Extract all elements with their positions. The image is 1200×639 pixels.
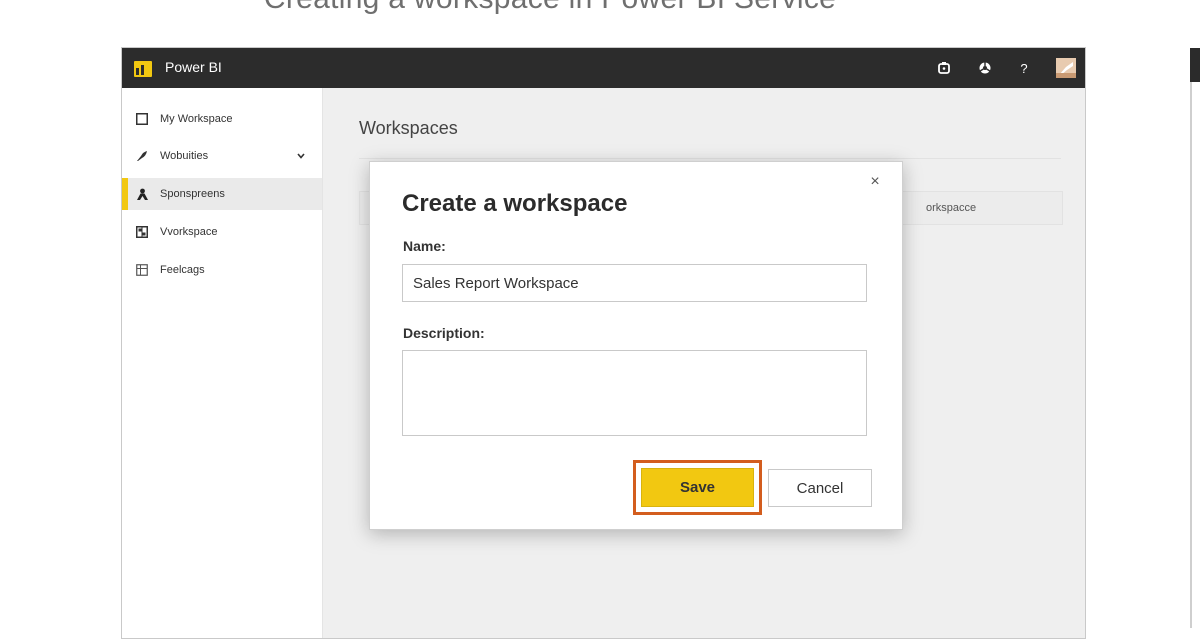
workspaces-heading: Workspaces <box>359 118 458 138</box>
sidebar-item-sponspreens[interactable]: Sponspreens <box>122 178 322 210</box>
user-avatar[interactable] <box>1056 58 1076 78</box>
save-button[interactable]: Save <box>641 468 754 507</box>
sidebar: My Workspace Wobuities Sponspreens Vvork… <box>122 88 323 638</box>
help-icon[interactable]: ? <box>1014 58 1034 78</box>
save-button-highlight: Save <box>633 460 762 515</box>
adjacent-window-edge <box>1190 48 1200 82</box>
chevron-down-icon[interactable] <box>296 151 306 161</box>
power-bi-logo-icon[interactable] <box>134 59 152 77</box>
sidebar-item-label: Wobuities <box>160 150 209 162</box>
settings-icon[interactable] <box>975 58 995 78</box>
square-icon <box>135 112 149 126</box>
app-title[interactable]: Power BI <box>165 59 222 75</box>
sidebar-item-vvorkspace[interactable]: Vvorkspace <box>122 216 322 248</box>
person-icon <box>135 187 149 201</box>
leaf-icon <box>135 149 149 163</box>
sidebar-item-my-workspace[interactable]: My Workspace <box>122 103 322 135</box>
sidebar-item-wobuities[interactable]: Wobuities <box>122 140 322 172</box>
dialog-title: Create a workspace <box>402 190 628 217</box>
cancel-button[interactable]: Cancel <box>768 469 872 507</box>
page-heading: Creating a workspace in Power BI Service <box>0 0 1100 16</box>
top-bar: Power BI ? <box>122 48 1085 88</box>
table-icon <box>135 263 149 277</box>
notification-icon[interactable] <box>934 58 954 78</box>
description-label: Description: <box>403 325 485 341</box>
sidebar-item-label: Sponspreens <box>160 188 225 200</box>
name-label: Name: <box>403 238 446 254</box>
grid-icon <box>135 225 149 239</box>
divider <box>359 158 1061 159</box>
sidebar-item-label: Vvorkspace <box>160 226 218 238</box>
workspace-list-item-label: orkspacce <box>926 202 977 214</box>
sidebar-item-feelcags[interactable]: Feelcags <box>122 254 322 286</box>
close-icon[interactable]: × <box>867 174 883 190</box>
sidebar-item-label: Feelcags <box>160 264 205 276</box>
workspace-name-input[interactable] <box>402 264 867 302</box>
description-textarea[interactable] <box>402 350 867 436</box>
sidebar-item-label: My Workspace <box>160 113 233 125</box>
adjacent-window-border <box>1190 82 1192 628</box>
create-workspace-dialog: × Create a workspace Name: Description: … <box>369 161 903 530</box>
